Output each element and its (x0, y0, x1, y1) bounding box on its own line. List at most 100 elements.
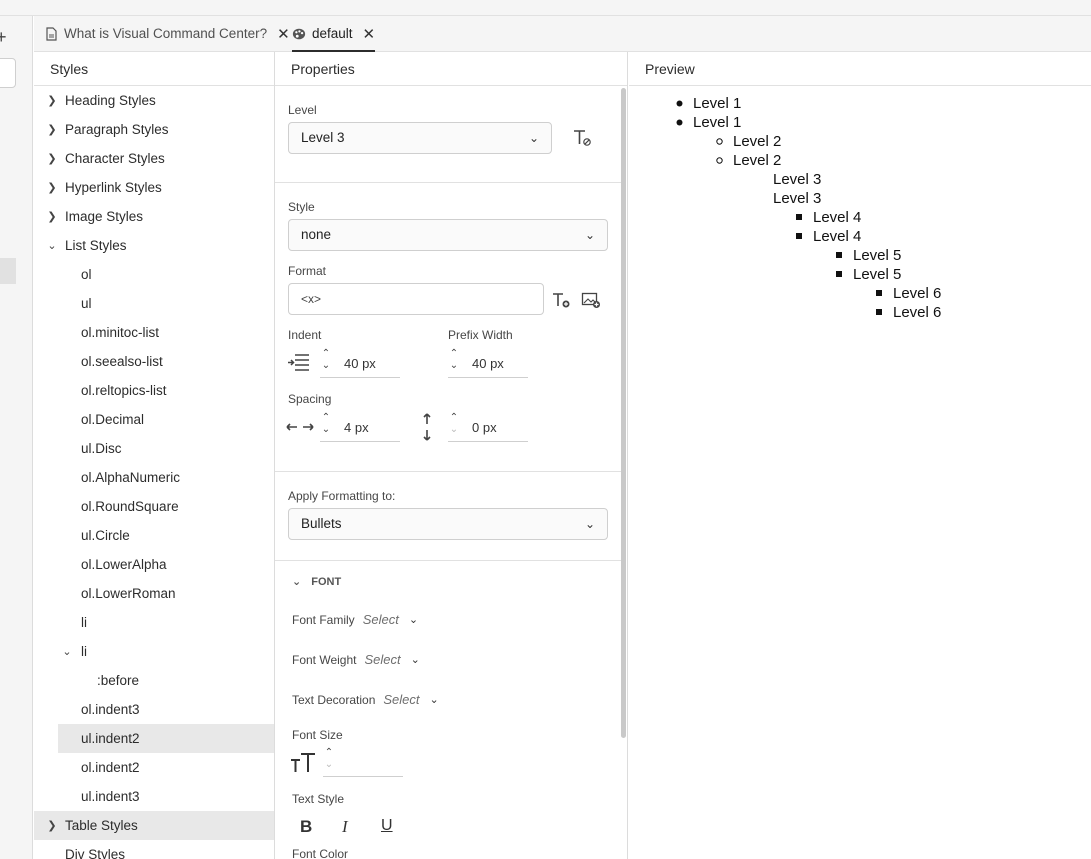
tab-label: default (312, 26, 353, 41)
tree-item-label: li (81, 615, 87, 630)
tree-item[interactable]: ol.LowerAlpha (34, 550, 274, 579)
chevron-down-icon: ⌄ (47, 240, 57, 252)
font-section-header[interactable]: ⌄ FONT (292, 575, 342, 589)
tree-group-label: Hyperlink Styles (65, 180, 162, 195)
circle-bullet-icon (716, 138, 723, 145)
palette-icon (292, 26, 306, 42)
preview-item: Level 6 (893, 285, 942, 302)
stepper-arrows-icon[interactable]: ⌃ ⌄ (448, 348, 460, 372)
tree-item[interactable]: ol.AlphaNumeric (34, 463, 274, 492)
tree-group-label: List Styles (65, 238, 127, 253)
style-label: Style (288, 200, 315, 214)
stepper-arrows-icon[interactable]: ⌃ ⌄ (448, 412, 460, 436)
tree-item[interactable]: ol.RoundSquare (34, 492, 274, 521)
font-family-select[interactable]: Select (363, 612, 399, 627)
font-section-title: FONT (311, 575, 342, 588)
tree-group-hyperlink-styles[interactable]: ❯ Hyperlink Styles (34, 173, 274, 202)
insert-text-icon[interactable] (550, 290, 572, 310)
tree-item[interactable]: ol.indent2 (34, 753, 274, 782)
tree-item[interactable]: ol (34, 260, 274, 289)
text-decoration-row: Text Decoration Select ⌄ (292, 692, 439, 707)
scrollbar[interactable] (621, 88, 626, 738)
prefix-width-value: 40 px (472, 356, 504, 371)
chevron-down-icon[interactable]: ⌄ (430, 693, 439, 706)
square-bullet-icon (836, 252, 842, 258)
add-icon[interactable]: + (0, 28, 7, 46)
tree-item[interactable]: ul.Disc (34, 434, 274, 463)
preview-panel: Preview Level 1 Level 1 Level 2 Level 2 … (629, 52, 1091, 859)
level-select[interactable]: Level 3 ⌄ (288, 122, 552, 154)
bold-button[interactable]: B (300, 817, 312, 837)
tab-what-is-vcc[interactable]: What is Visual Command Center? ✕ (44, 16, 290, 51)
stepper-arrows-icon[interactable]: ⌃ ⌄ (323, 747, 335, 771)
tree-group-list-styles[interactable]: ⌄ List Styles (34, 231, 274, 260)
text-decoration-label: Text Decoration (292, 692, 376, 707)
close-icon[interactable]: ✕ (277, 25, 290, 43)
tree-item[interactable]: ol.indent3 (34, 695, 274, 724)
chevron-right-icon: ❯ (47, 211, 57, 223)
tree-item[interactable]: ol.minitoc-list (34, 318, 274, 347)
insert-image-icon[interactable] (580, 290, 602, 310)
stepper-arrows-icon[interactable]: ⌃ ⌄ (320, 348, 332, 372)
tree-item-label: ul.indent3 (81, 789, 140, 804)
tree-group-image-styles[interactable]: ❯ Image Styles (34, 202, 274, 231)
italic-button[interactable]: I (342, 817, 348, 837)
square-bullet-icon (876, 290, 882, 296)
prefix-width-label: Prefix Width (448, 328, 513, 342)
tree-item-label: ul (81, 296, 92, 311)
tree-item[interactable]: ul.indent3 (34, 782, 274, 811)
underline-button[interactable]: U (381, 817, 393, 835)
font-size-stepper[interactable]: ⌃ ⌄ (323, 747, 403, 777)
tree-group-character-styles[interactable]: ❯ Character Styles (34, 144, 274, 173)
properties-panel-title: Properties (275, 52, 627, 86)
chevron-down-icon: ⌄ (584, 517, 595, 531)
tree-item[interactable]: ol.LowerRoman (34, 579, 274, 608)
tree-item[interactable]: ul.Circle (34, 521, 274, 550)
chevron-down-icon: ⌄ (584, 228, 595, 242)
properties-panel: Properties Level Level 3 ⌄ Style none ⌄ … (275, 52, 628, 859)
tree-item[interactable]: ol.seealso-list (34, 347, 274, 376)
chevron-right-icon: ❯ (47, 182, 57, 194)
tree-group-paragraph-styles[interactable]: ❯ Paragraph Styles (34, 115, 274, 144)
format-label: Format (288, 264, 327, 278)
chevron-down-icon: ⌄ (528, 131, 539, 145)
font-weight-select[interactable]: Select (364, 652, 400, 667)
tree-group-table-styles[interactable]: ❯ Table Styles (34, 811, 274, 840)
preview-panel-title: Preview (629, 52, 1091, 86)
tree-item[interactable]: ul (34, 289, 274, 318)
tree-group-label: Character Styles (65, 151, 165, 166)
chevron-down-icon[interactable]: ⌄ (409, 613, 418, 626)
indent-stepper[interactable]: ⌃ ⌄ 40 px (320, 348, 400, 378)
clear-formatting-icon[interactable] (571, 128, 593, 148)
tree-item-label: ol.seealso-list (81, 354, 163, 369)
tree-item-li-expanded[interactable]: ⌄ li (34, 637, 274, 666)
tree-item[interactable]: ol.Decimal (34, 405, 274, 434)
tree-item[interactable]: :before (34, 666, 274, 695)
text-decoration-select[interactable]: Select (383, 692, 419, 707)
rail-input[interactable] (0, 58, 16, 88)
prefix-width-stepper[interactable]: ⌃ ⌄ 40 px (448, 348, 528, 378)
tree-group-heading-styles[interactable]: ❯ Heading Styles (34, 86, 274, 115)
horizontal-spacing-stepper[interactable]: ⌃ ⌄ 4 px (320, 412, 400, 442)
format-input[interactable]: <x> (288, 283, 544, 315)
style-select[interactable]: none ⌄ (288, 219, 608, 251)
horizontal-spacing-value: 4 px (344, 420, 369, 435)
divider (275, 560, 621, 561)
tab-default[interactable]: default ✕ (292, 16, 376, 52)
chevron-down-icon[interactable]: ⌄ (411, 653, 420, 666)
preview-item: Level 4 (813, 228, 862, 245)
stepper-arrows-icon[interactable]: ⌃ ⌄ (320, 412, 332, 436)
top-strip (0, 0, 1091, 16)
tree-item-label: ul.Disc (81, 441, 122, 456)
tree-item[interactable]: li (34, 608, 274, 637)
text-style-label: Text Style (292, 792, 345, 806)
tree-item-selected[interactable]: ul.indent2 (58, 724, 274, 753)
apply-formatting-select[interactable]: Bullets ⌄ (288, 508, 608, 540)
tree-group-div-styles[interactable]: Div Styles (34, 840, 274, 859)
close-icon[interactable]: ✕ (363, 25, 376, 43)
left-rail: + (0, 16, 33, 859)
tree-item[interactable]: ol.reltopics-list (34, 376, 274, 405)
vertical-spacing-stepper[interactable]: ⌃ ⌄ 0 px (448, 412, 528, 442)
rail-selected-item[interactable] (0, 258, 16, 284)
square-bullet-icon (796, 214, 802, 220)
